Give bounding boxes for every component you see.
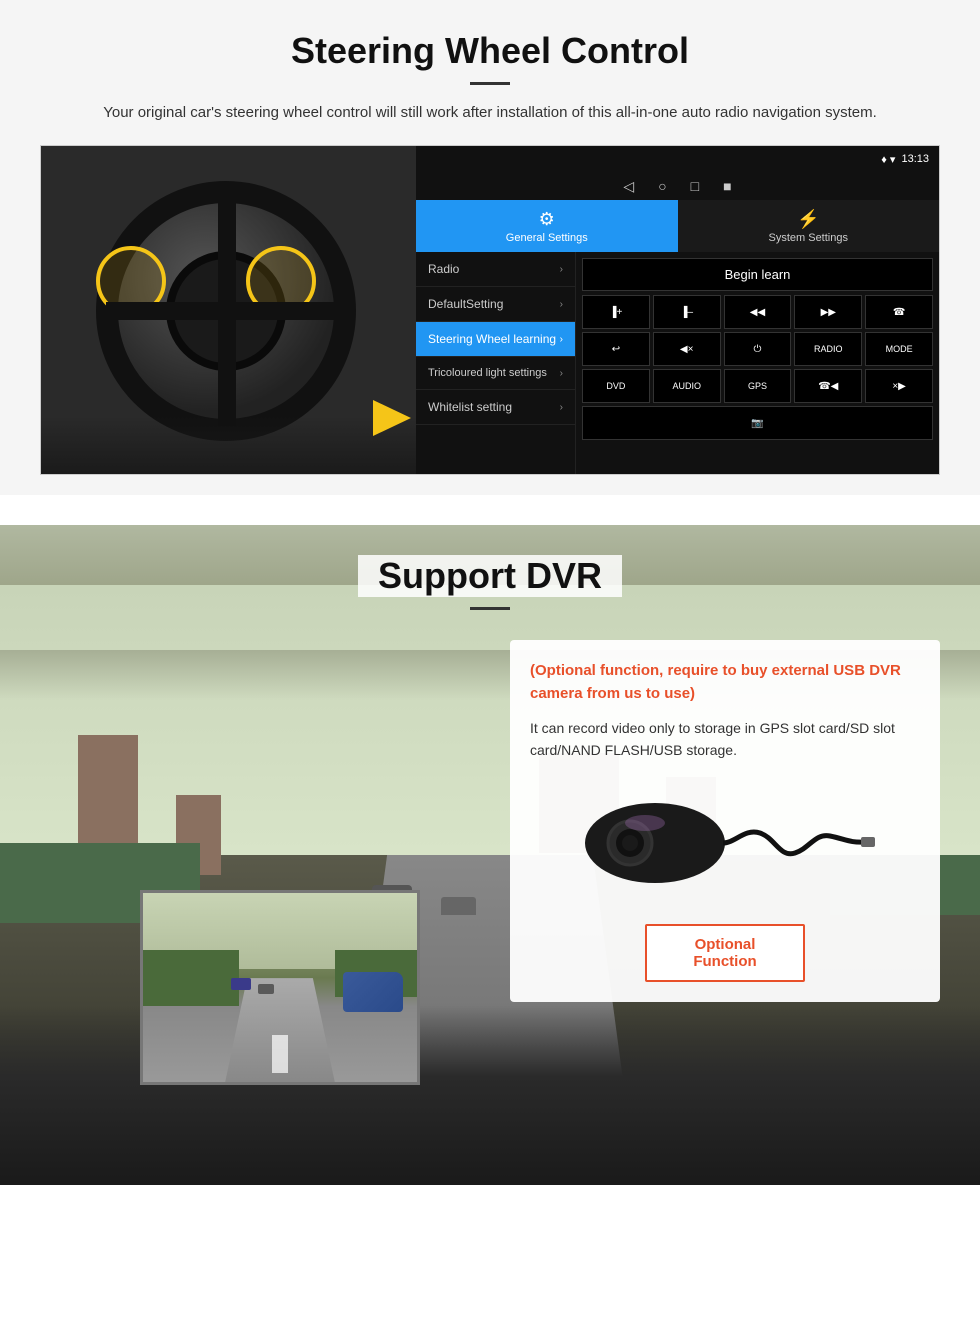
light-reflection xyxy=(625,815,665,831)
steering-wheel-photo xyxy=(41,146,416,475)
usb-connector xyxy=(861,837,875,847)
nav-menu[interactable]: ■ xyxy=(723,178,731,194)
dvr-thumbnail xyxy=(140,890,420,1085)
status-icons: ♦ ▾ xyxy=(881,153,895,166)
menu-default-label: DefaultSetting xyxy=(428,297,503,311)
btn-call[interactable]: ☎ xyxy=(865,295,933,329)
menu-steering-label: Steering Wheel learning xyxy=(428,332,556,346)
dvr-optional-text: (Optional function, require to buy exter… xyxy=(530,660,920,705)
steering-header: Steering Wheel Control Your original car… xyxy=(0,0,980,125)
btn-power[interactable]: ⏻ xyxy=(724,332,792,366)
spoke-v xyxy=(218,196,236,426)
menu-radio-label: Radio xyxy=(428,262,459,276)
control-row-4: 📷 xyxy=(582,406,933,440)
statusbar: ♦ ▾ 13:13 xyxy=(416,146,939,172)
title-divider xyxy=(470,82,510,85)
tab-general-settings[interactable]: ⚙ General Settings xyxy=(416,200,678,252)
camera-svg xyxy=(575,778,875,908)
dvr-title: Support DVR xyxy=(358,555,622,597)
lens-core xyxy=(622,835,638,851)
android-content: Radio › DefaultSetting › Steering Wheel … xyxy=(416,252,939,474)
btn-vol-up[interactable]: ▐+ xyxy=(582,295,650,329)
android-tabs: ⚙ General Settings ⚡ System Settings xyxy=(416,200,939,252)
btn-audio[interactable]: AUDIO xyxy=(653,369,721,403)
begin-learn-area: Begin learn xyxy=(582,258,933,291)
dvr-title-area: Support DVR xyxy=(40,555,940,610)
btn-tel-next[interactable]: ×▶ xyxy=(865,369,933,403)
tab-system-label: System Settings xyxy=(769,232,848,244)
chevron-icon: › xyxy=(560,334,563,345)
thumb-car-right xyxy=(343,972,403,1012)
thumb-car1 xyxy=(231,978,251,990)
btn-camera[interactable]: 📷 xyxy=(582,406,933,440)
dvr-camera-illustration xyxy=(530,778,920,908)
thumb-trees-left xyxy=(143,950,239,1007)
control-row-1: ▐+ ▐– ◀◀ ▶▶ ☎ xyxy=(582,295,933,329)
android-panel: ♦ ▾ 13:13 ◁ ○ □ ■ ⚙ General Settings ⚡ S… xyxy=(416,146,939,474)
chevron-icon: › xyxy=(560,402,563,413)
thumb-car2 xyxy=(258,984,274,994)
menu-item-radio[interactable]: Radio › xyxy=(416,252,575,287)
btn-gps[interactable]: GPS xyxy=(724,369,792,403)
menu-item-steering[interactable]: Steering Wheel learning › xyxy=(416,322,575,357)
dvr-description: It can record video only to storage in G… xyxy=(530,717,920,762)
btn-mute[interactable]: ◀× xyxy=(653,332,721,366)
menu-item-default[interactable]: DefaultSetting › xyxy=(416,287,575,322)
tab-system-settings[interactable]: ⚡ System Settings xyxy=(678,200,940,252)
menu-whitelist-label: Whitelist setting xyxy=(428,400,512,414)
settings-menu: Radio › DefaultSetting › Steering Wheel … xyxy=(416,252,576,474)
dvr-info-box: (Optional function, require to buy exter… xyxy=(510,640,940,1002)
dvr-section: Support DVR (Optional function, require … xyxy=(0,525,980,1185)
begin-learn-label: Begin learn xyxy=(725,267,791,282)
nav-back[interactable]: ◁ xyxy=(623,178,634,195)
menu-item-tricolour[interactable]: Tricoloured light settings › xyxy=(416,357,575,390)
gear-icon: ⚙ xyxy=(539,209,555,230)
arrow-pointer xyxy=(373,400,411,436)
btn-dvd[interactable]: DVD xyxy=(582,369,650,403)
btn-vol-down[interactable]: ▐– xyxy=(653,295,721,329)
optional-function-button[interactable]: Optional Function xyxy=(645,924,805,982)
steering-screenshot: ♦ ▾ 13:13 ◁ ○ □ ■ ⚙ General Settings ⚡ S… xyxy=(40,145,940,475)
chevron-icon: › xyxy=(560,299,563,310)
menu-item-whitelist[interactable]: Whitelist setting › xyxy=(416,390,575,425)
control-panel: Begin learn ▐+ ▐– ◀◀ ▶▶ ☎ ↩ ◀× ⏻ xyxy=(576,252,939,474)
page-title: Steering Wheel Control xyxy=(40,30,940,72)
thumb-bg xyxy=(143,893,417,1082)
chevron-icon: › xyxy=(560,368,563,379)
nav-home[interactable]: ○ xyxy=(658,178,666,194)
steering-section: Steering Wheel Control Your original car… xyxy=(0,0,980,495)
page-description: Your original car's steering wheel contr… xyxy=(60,101,920,125)
menu-tricolour-label: Tricoloured light settings xyxy=(428,367,547,379)
cable xyxy=(723,832,865,854)
btn-radio[interactable]: RADIO xyxy=(794,332,862,366)
btn-back[interactable]: ↩ xyxy=(582,332,650,366)
btn-prev[interactable]: ◀◀ xyxy=(724,295,792,329)
btn-mode[interactable]: MODE xyxy=(865,332,933,366)
chevron-icon: › xyxy=(560,264,563,275)
status-time: 13:13 xyxy=(901,153,929,165)
system-icon: ⚡ xyxy=(797,209,819,230)
nav-recent[interactable]: □ xyxy=(691,178,699,194)
camera-body-svg xyxy=(585,803,725,883)
thumb-road-line xyxy=(272,1035,288,1073)
dvr-divider xyxy=(470,607,510,610)
control-row-3: DVD AUDIO GPS ☎◀ ×▶ xyxy=(582,369,933,403)
control-row-2: ↩ ◀× ⏻ RADIO MODE xyxy=(582,332,933,366)
btn-next[interactable]: ▶▶ xyxy=(794,295,862,329)
tab-general-label: General Settings xyxy=(506,232,588,244)
nav-bar: ◁ ○ □ ■ xyxy=(416,172,939,200)
btn-tel-prev[interactable]: ☎◀ xyxy=(794,369,862,403)
